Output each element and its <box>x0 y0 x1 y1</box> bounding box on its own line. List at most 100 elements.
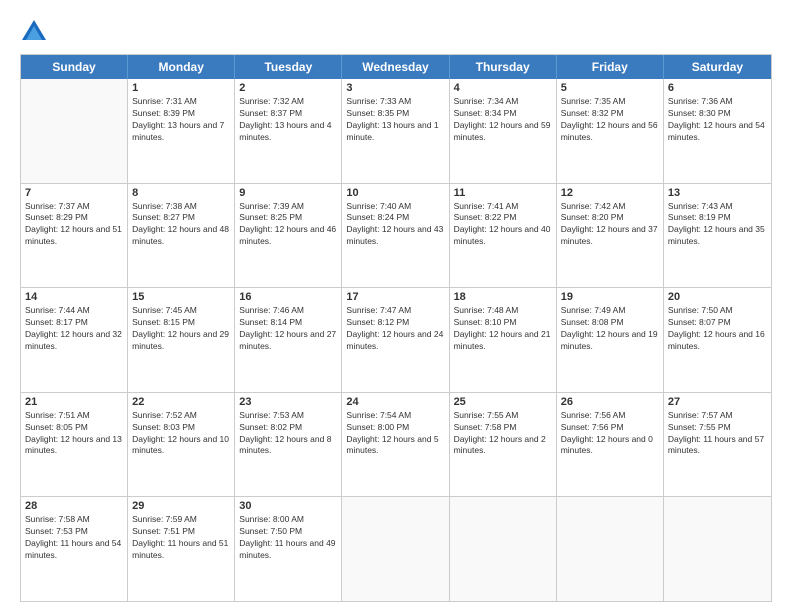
day-cell-21: 21 Sunrise: 7:51 AMSunset: 8:05 PMDayligh… <box>21 393 128 497</box>
day-cell-14: 14 Sunrise: 7:44 AMSunset: 8:17 PMDayligh… <box>21 288 128 392</box>
day-info: Sunrise: 7:43 AMSunset: 8:19 PMDaylight:… <box>668 201 767 249</box>
day-info: Sunrise: 7:54 AMSunset: 8:00 PMDaylight:… <box>346 410 444 458</box>
day-number: 26 <box>561 396 659 408</box>
header-day-monday: Monday <box>128 55 235 79</box>
day-cell-25: 25 Sunrise: 7:55 AMSunset: 7:58 PMDayligh… <box>450 393 557 497</box>
day-number: 2 <box>239 82 337 94</box>
day-cell-17: 17 Sunrise: 7:47 AMSunset: 8:12 PMDayligh… <box>342 288 449 392</box>
calendar-body: 1Sunrise: 7:31 AMSunset: 8:39 PMDaylight… <box>21 79 771 601</box>
day-info: Sunrise: 7:33 AMSunset: 8:35 PMDaylight:… <box>346 96 444 144</box>
day-info: Sunrise: 7:32 AMSunset: 8:37 PMDaylight:… <box>239 96 337 144</box>
day-number: 24 <box>346 396 444 408</box>
day-cell-24: 24 Sunrise: 7:54 AMSunset: 8:00 PMDayligh… <box>342 393 449 497</box>
calendar-week-1: 1Sunrise: 7:31 AMSunset: 8:39 PMDaylight… <box>21 79 771 184</box>
calendar-week-3: 14 Sunrise: 7:44 AMSunset: 8:17 PMDayligh… <box>21 288 771 393</box>
day-number: 23 <box>239 396 337 408</box>
logo <box>20 18 52 46</box>
logo-icon <box>20 18 48 46</box>
day-cell-7: 7 Sunrise: 7:37 AMSunset: 8:29 PMDaylight… <box>21 184 128 288</box>
day-cell-26: 26 Sunrise: 7:56 AMSunset: 7:56 PMDayligh… <box>557 393 664 497</box>
day-info: Sunrise: 7:44 AMSunset: 8:17 PMDaylight:… <box>25 305 123 353</box>
day-number: 27 <box>668 396 767 408</box>
day-cell-22: 22Sunrise: 7:52 AMSunset: 8:03 PMDayligh… <box>128 393 235 497</box>
day-info: Sunrise: 7:34 AMSunset: 8:34 PMDaylight:… <box>454 96 552 144</box>
day-info: Sunrise: 7:52 AMSunset: 8:03 PMDaylight:… <box>132 410 230 458</box>
day-cell-12: 12 Sunrise: 7:42 AMSunset: 8:20 PMDayligh… <box>557 184 664 288</box>
day-number: 17 <box>346 291 444 303</box>
day-info: Sunrise: 7:53 AMSunset: 8:02 PMDaylight:… <box>239 410 337 458</box>
day-cell-4: 4Sunrise: 7:34 AMSunset: 8:34 PMDaylight… <box>450 79 557 183</box>
day-cell-11: 11 Sunrise: 7:41 AMSunset: 8:22 PMDayligh… <box>450 184 557 288</box>
day-number: 29 <box>132 500 230 512</box>
day-number: 12 <box>561 187 659 199</box>
day-cell-6: 6Sunrise: 7:36 AMSunset: 8:30 PMDaylight… <box>664 79 771 183</box>
day-info: Sunrise: 7:48 AMSunset: 8:10 PMDaylight:… <box>454 305 552 353</box>
day-number: 7 <box>25 187 123 199</box>
header-day-saturday: Saturday <box>664 55 771 79</box>
day-info: Sunrise: 7:45 AMSunset: 8:15 PMDaylight:… <box>132 305 230 353</box>
day-number: 25 <box>454 396 552 408</box>
day-cell-2: 2 Sunrise: 7:32 AMSunset: 8:37 PMDaylight… <box>235 79 342 183</box>
day-number: 14 <box>25 291 123 303</box>
day-number: 18 <box>454 291 552 303</box>
day-info: Sunrise: 8:00 AMSunset: 7:50 PMDaylight:… <box>239 514 337 562</box>
day-info: Sunrise: 7:56 AMSunset: 7:56 PMDaylight:… <box>561 410 659 458</box>
day-cell-23: 23 Sunrise: 7:53 AMSunset: 8:02 PMDayligh… <box>235 393 342 497</box>
header-day-friday: Friday <box>557 55 664 79</box>
day-info: Sunrise: 7:47 AMSunset: 8:12 PMDaylight:… <box>346 305 444 353</box>
day-cell-18: 18 Sunrise: 7:48 AMSunset: 8:10 PMDayligh… <box>450 288 557 392</box>
empty-cell <box>21 79 128 183</box>
day-info: Sunrise: 7:36 AMSunset: 8:30 PMDaylight:… <box>668 96 767 144</box>
day-cell-20: 20Sunrise: 7:50 AMSunset: 8:07 PMDayligh… <box>664 288 771 392</box>
day-number: 21 <box>25 396 123 408</box>
day-info: Sunrise: 7:41 AMSunset: 8:22 PMDaylight:… <box>454 201 552 249</box>
day-info: Sunrise: 7:37 AMSunset: 8:29 PMDaylight:… <box>25 201 123 249</box>
day-info: Sunrise: 7:55 AMSunset: 7:58 PMDaylight:… <box>454 410 552 458</box>
day-cell-10: 10 Sunrise: 7:40 AMSunset: 8:24 PMDayligh… <box>342 184 449 288</box>
day-number: 30 <box>239 500 337 512</box>
day-info: Sunrise: 7:31 AMSunset: 8:39 PMDaylight:… <box>132 96 230 144</box>
day-number: 20 <box>668 291 767 303</box>
day-number: 8 <box>132 187 230 199</box>
day-info: Sunrise: 7:38 AMSunset: 8:27 PMDaylight:… <box>132 201 230 249</box>
header-day-tuesday: Tuesday <box>235 55 342 79</box>
day-number: 19 <box>561 291 659 303</box>
day-info: Sunrise: 7:57 AMSunset: 7:55 PMDaylight:… <box>668 410 767 458</box>
day-cell-19: 19 Sunrise: 7:49 AMSunset: 8:08 PMDayligh… <box>557 288 664 392</box>
day-number: 3 <box>346 82 444 94</box>
header-day-thursday: Thursday <box>450 55 557 79</box>
day-cell-5: 5 Sunrise: 7:35 AMSunset: 8:32 PMDaylight… <box>557 79 664 183</box>
day-number: 10 <box>346 187 444 199</box>
day-number: 13 <box>668 187 767 199</box>
day-cell-28: 28 Sunrise: 7:58 AMSunset: 7:53 PMDayligh… <box>21 497 128 601</box>
page-header <box>20 18 772 46</box>
day-info: Sunrise: 7:35 AMSunset: 8:32 PMDaylight:… <box>561 96 659 144</box>
day-cell-27: 27 Sunrise: 7:57 AMSunset: 7:55 PMDayligh… <box>664 393 771 497</box>
day-info: Sunrise: 7:39 AMSunset: 8:25 PMDaylight:… <box>239 201 337 249</box>
day-info: Sunrise: 7:59 AMSunset: 7:51 PMDaylight:… <box>132 514 230 562</box>
day-number: 5 <box>561 82 659 94</box>
day-number: 9 <box>239 187 337 199</box>
day-number: 11 <box>454 187 552 199</box>
calendar-week-2: 7 Sunrise: 7:37 AMSunset: 8:29 PMDaylight… <box>21 184 771 289</box>
day-info: Sunrise: 7:40 AMSunset: 8:24 PMDaylight:… <box>346 201 444 249</box>
day-info: Sunrise: 7:46 AMSunset: 8:14 PMDaylight:… <box>239 305 337 353</box>
day-info: Sunrise: 7:49 AMSunset: 8:08 PMDaylight:… <box>561 305 659 353</box>
day-info: Sunrise: 7:58 AMSunset: 7:53 PMDaylight:… <box>25 514 123 562</box>
day-number: 28 <box>25 500 123 512</box>
day-info: Sunrise: 7:51 AMSunset: 8:05 PMDaylight:… <box>25 410 123 458</box>
day-cell-13: 13 Sunrise: 7:43 AMSunset: 8:19 PMDayligh… <box>664 184 771 288</box>
day-number: 15 <box>132 291 230 303</box>
day-cell-15: 15 Sunrise: 7:45 AMSunset: 8:15 PMDayligh… <box>128 288 235 392</box>
day-cell-30: 30 Sunrise: 8:00 AMSunset: 7:50 PMDayligh… <box>235 497 342 601</box>
day-cell-8: 8 Sunrise: 7:38 AMSunset: 8:27 PMDaylight… <box>128 184 235 288</box>
empty-cell <box>557 497 664 601</box>
header-day-sunday: Sunday <box>21 55 128 79</box>
calendar: SundayMondayTuesdayWednesdayThursdayFrid… <box>20 54 772 602</box>
day-cell-29: 29 Sunrise: 7:59 AMSunset: 7:51 PMDayligh… <box>128 497 235 601</box>
day-info: Sunrise: 7:42 AMSunset: 8:20 PMDaylight:… <box>561 201 659 249</box>
calendar-week-4: 21 Sunrise: 7:51 AMSunset: 8:05 PMDayligh… <box>21 393 771 498</box>
day-cell-1: 1Sunrise: 7:31 AMSunset: 8:39 PMDaylight… <box>128 79 235 183</box>
day-cell-3: 3 Sunrise: 7:33 AMSunset: 8:35 PMDaylight… <box>342 79 449 183</box>
day-number: 16 <box>239 291 337 303</box>
